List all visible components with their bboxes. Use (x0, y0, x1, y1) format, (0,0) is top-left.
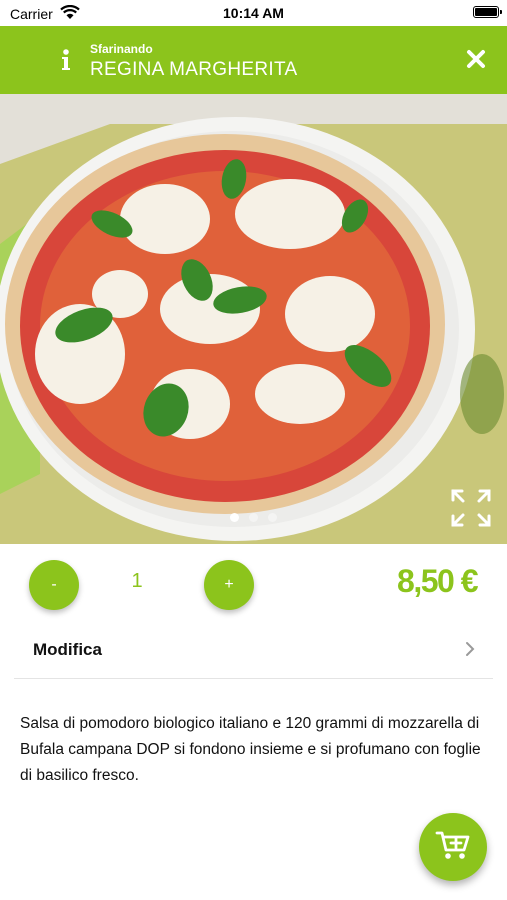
decrease-quantity-button[interactable]: - (29, 560, 79, 610)
product-price: 8,50 € (397, 563, 478, 599)
close-icon[interactable] (465, 48, 487, 70)
product-header: Sfarinando REGINA MARGHERITA (0, 26, 507, 94)
modify-option-row[interactable]: Modifica (14, 620, 493, 679)
restaurant-name: Sfarinando (90, 42, 153, 56)
clock: 10:14 AM (223, 5, 284, 21)
modify-label: Modifica (33, 640, 102, 659)
chevron-right-icon (465, 641, 475, 662)
add-to-cart-button[interactable] (419, 813, 487, 881)
add-to-cart-icon (435, 829, 471, 866)
pager-dot[interactable] (249, 513, 258, 522)
pager-dot[interactable] (230, 513, 239, 522)
info-icon[interactable] (56, 46, 76, 74)
quantity-value: 1 (131, 570, 143, 592)
expand-icon[interactable] (450, 488, 492, 528)
pager-dot[interactable] (268, 513, 277, 522)
battery-icon (473, 6, 502, 18)
gallery-pager[interactable] (0, 513, 507, 522)
status-bar: Carrier 10:14 AM (0, 0, 507, 26)
product-description: Salsa di pomodoro biologico italiano e 1… (20, 715, 481, 784)
product-image[interactable] (0, 94, 507, 544)
product-title: REGINA MARGHERITA (90, 59, 298, 80)
increase-quantity-button[interactable]: + (204, 560, 254, 610)
